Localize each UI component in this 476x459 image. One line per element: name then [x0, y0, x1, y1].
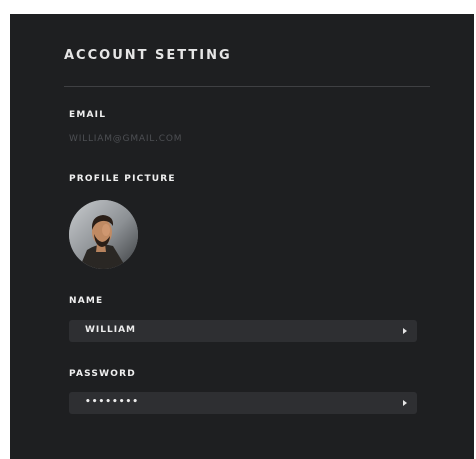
chevron-right-icon	[403, 328, 407, 334]
email-label: EMAIL	[69, 110, 107, 120]
avatar-photo	[69, 200, 138, 269]
password-field[interactable]: ••••••••	[69, 392, 417, 414]
password-label: PASSWORD	[69, 369, 136, 379]
page-title: ACCOUNT SETTING	[64, 48, 232, 63]
password-value: ••••••••	[85, 397, 140, 407]
name-value: WILLIAM	[85, 325, 137, 335]
profile-picture-label: PROFILE PICTURE	[69, 174, 176, 184]
account-settings-panel: ACCOUNT SETTING EMAIL WILLIAM@GMAIL.COM …	[10, 14, 474, 459]
email-value: WILLIAM@GMAIL.COM	[69, 134, 183, 144]
profile-avatar[interactable]	[69, 200, 138, 269]
name-field[interactable]: WILLIAM	[69, 320, 417, 342]
name-label: NAME	[69, 296, 104, 306]
title-divider	[64, 86, 430, 87]
chevron-right-icon	[403, 400, 407, 406]
